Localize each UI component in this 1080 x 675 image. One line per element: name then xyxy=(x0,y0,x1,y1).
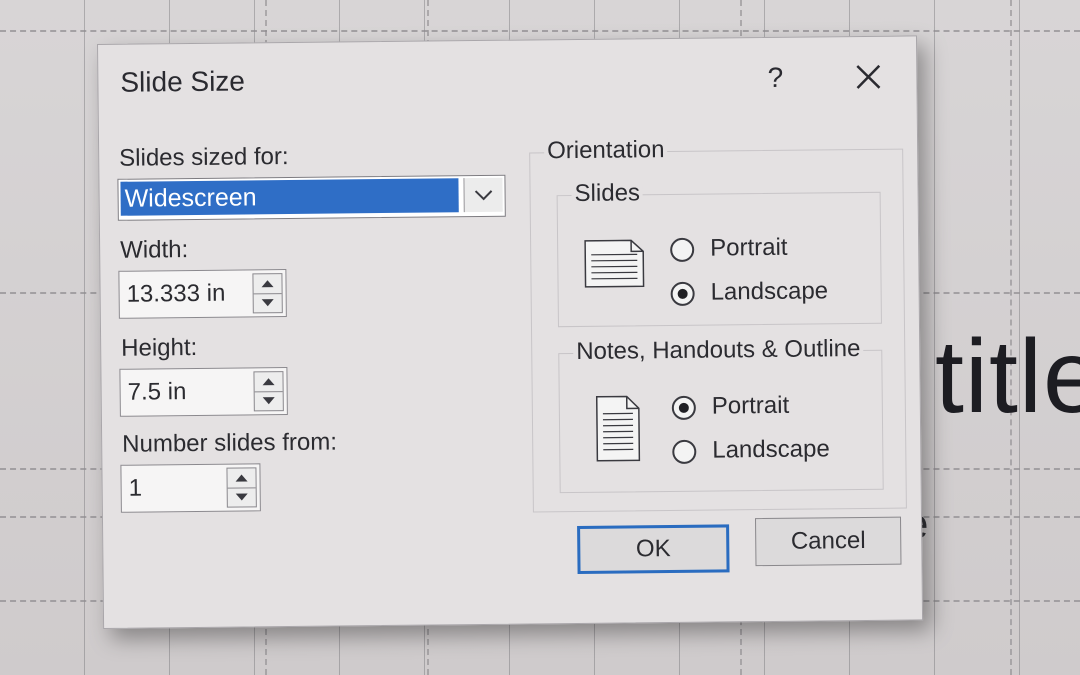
number-from-decrease[interactable] xyxy=(228,487,256,506)
radio-button-selected xyxy=(671,395,696,420)
number-from-label: Number slides from: xyxy=(122,428,338,458)
number-from-spinner xyxy=(120,463,261,513)
guide-line xyxy=(0,30,1080,32)
height-spinner xyxy=(119,367,288,417)
close-icon xyxy=(856,64,881,89)
slide-size-dialog: Slide Size ? Slides sized for: Widescree… xyxy=(97,35,924,629)
notes-portrait-label: Portrait xyxy=(711,391,790,420)
caret-up-icon xyxy=(261,280,274,288)
radio-dot xyxy=(677,288,688,299)
height-increase[interactable] xyxy=(254,372,283,393)
slide-title-text[interactable]: title xyxy=(935,318,1080,437)
caret-up-icon xyxy=(235,474,248,482)
sized-for-value: Widescreen xyxy=(120,178,459,216)
slides-portrait-label: Portrait xyxy=(710,233,788,262)
slides-landscape-label: Landscape xyxy=(710,277,829,306)
landscape-page-icon xyxy=(584,239,645,288)
close-button[interactable] xyxy=(846,55,890,99)
caret-down-icon xyxy=(262,397,275,405)
slides-orientation-group: Slides Portrait Landscape xyxy=(556,179,882,328)
height-spin-buttons xyxy=(253,371,284,412)
caret-down-icon xyxy=(235,493,248,501)
height-label: Height: xyxy=(121,333,198,362)
notes-group-title: Notes, Handouts & Outline xyxy=(573,334,864,367)
caret-down-icon xyxy=(261,299,274,307)
radio-button xyxy=(670,237,695,263)
number-from-increase[interactable] xyxy=(227,468,256,489)
number-from-spin-buttons xyxy=(226,467,257,508)
dialog-title: Slide Size xyxy=(120,65,246,98)
cancel-button[interactable]: Cancel xyxy=(755,516,902,567)
help-button[interactable]: ? xyxy=(760,58,790,98)
sized-for-label: Slides sized for: xyxy=(119,143,289,172)
width-decrease[interactable] xyxy=(254,293,282,312)
orientation-title: Orientation xyxy=(544,136,668,166)
width-increase[interactable] xyxy=(253,274,282,295)
chevron-down-icon xyxy=(474,190,493,201)
width-spin-buttons xyxy=(252,273,283,314)
notes-orientation-group: Notes, Handouts & Outline Portrait Lands… xyxy=(558,334,884,494)
notes-landscape-label: Landscape xyxy=(712,435,830,464)
ok-button[interactable]: OK xyxy=(577,524,730,574)
radio-dot xyxy=(678,402,689,413)
radio-button-selected xyxy=(670,281,695,307)
number-from-input[interactable] xyxy=(128,464,209,512)
radio-button xyxy=(672,439,697,464)
sized-for-dropdown[interactable]: Widescreen xyxy=(117,174,506,221)
width-label: Width: xyxy=(120,236,189,264)
width-spinner xyxy=(118,269,287,319)
orientation-group: Orientation Slides Portrait Landscape No… xyxy=(529,136,907,513)
height-input[interactable] xyxy=(127,368,238,416)
portrait-page-icon xyxy=(595,395,641,462)
height-decrease[interactable] xyxy=(255,391,283,410)
slides-group-title: Slides xyxy=(571,179,644,209)
dropdown-arrow[interactable] xyxy=(463,177,503,213)
width-input[interactable] xyxy=(126,270,237,318)
caret-up-icon xyxy=(262,378,275,386)
